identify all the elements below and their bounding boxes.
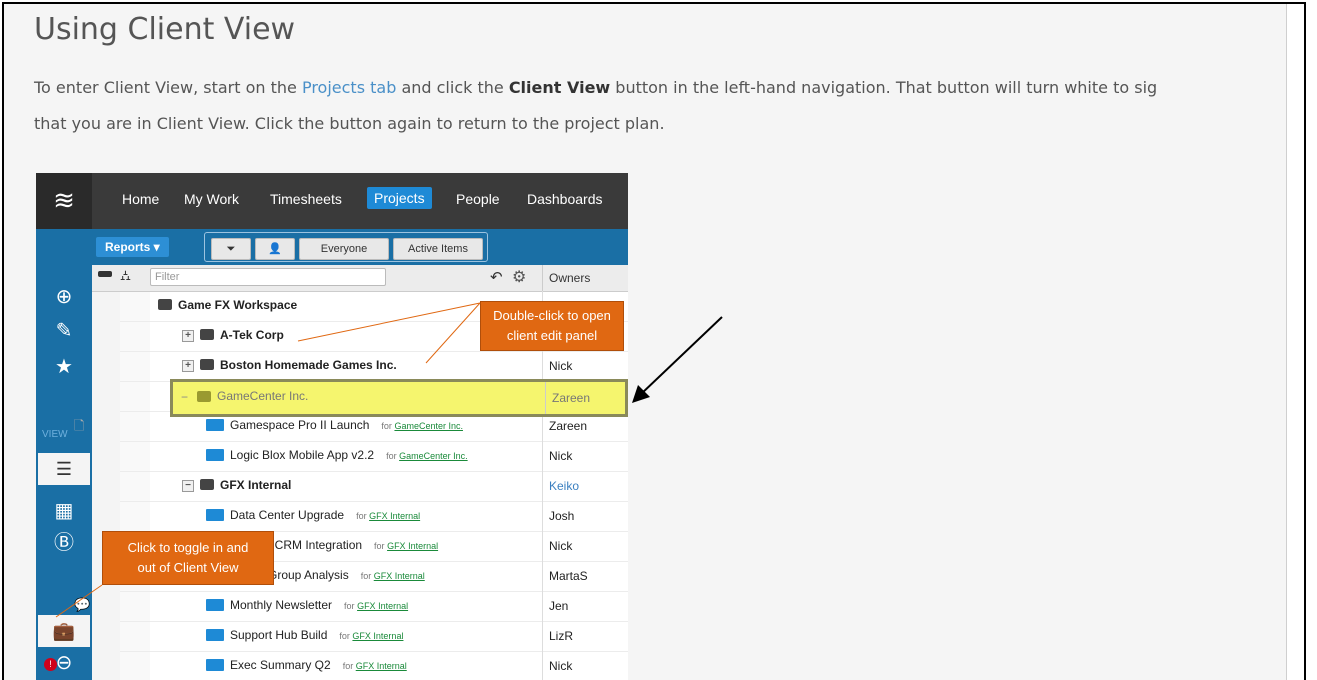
intro-paragraph-line-2: that you are in Client View. Click the b…	[34, 114, 665, 133]
connector-line	[55, 584, 103, 618]
callout-connectors	[55, 302, 481, 618]
client-view-term: Client View	[508, 78, 611, 97]
connector-line	[297, 302, 481, 342]
projects-tab-link[interactable]: Projects tab	[302, 78, 396, 97]
intro-paragraph-line-1: To enter Client View, start on the Proje…	[34, 78, 1157, 97]
text: and click the	[396, 78, 509, 97]
article-content: Using Client View To enter Client View, …	[4, 4, 1286, 680]
vertical-scrollbar[interactable]	[1286, 4, 1304, 680]
app-screenshot: ≋ Home My Work Timesheets Projects Peopl…	[36, 173, 628, 680]
page-frame: Using Client View To enter Client View, …	[2, 2, 1306, 680]
connector-line	[425, 302, 481, 364]
text: button in the left-hand navigation. That…	[610, 78, 1158, 97]
page-title: Using Client View	[34, 12, 296, 47]
pointer-arrow-icon	[632, 316, 723, 403]
text: To enter Client View, start on the	[34, 78, 302, 97]
